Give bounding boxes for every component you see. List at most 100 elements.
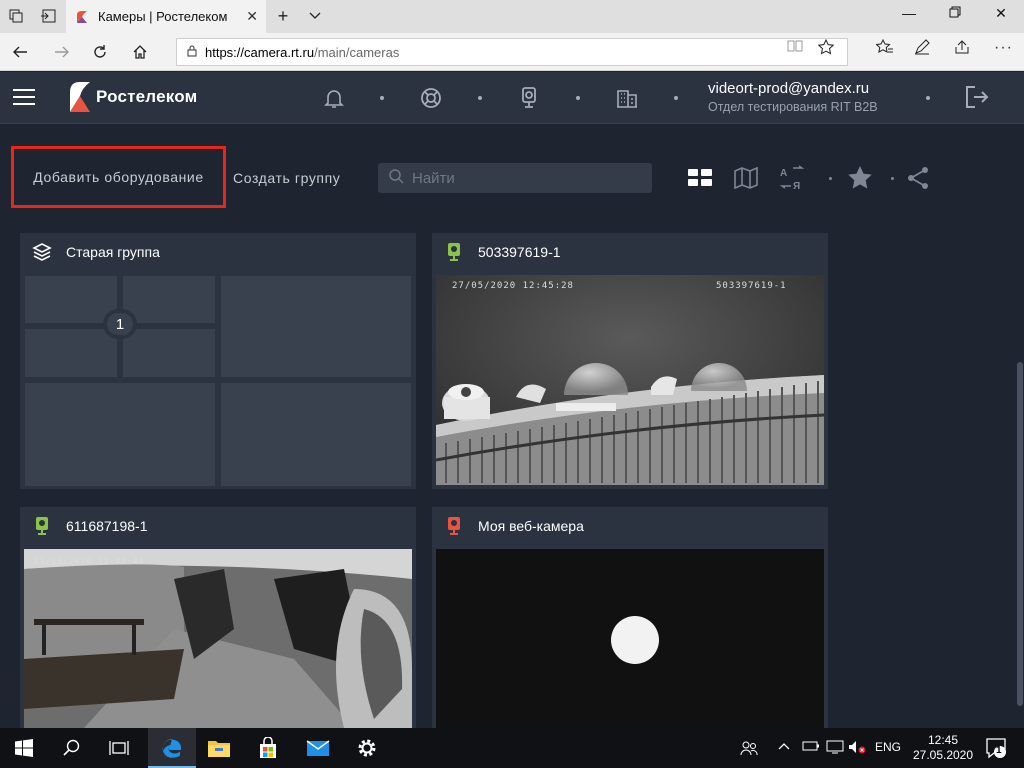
url-path: /main/cameras bbox=[314, 44, 400, 60]
maximize-icon[interactable] bbox=[940, 5, 970, 21]
page-scrollbar[interactable] bbox=[1016, 124, 1024, 728]
tab-restore-icon[interactable] bbox=[38, 6, 58, 26]
card-title: 503397619-1 bbox=[478, 244, 561, 260]
battery-icon[interactable] bbox=[802, 740, 820, 755]
windows-taskbar: ENG 12:45 27.05.2020 1 bbox=[0, 728, 1024, 768]
user-email[interactable]: videort-prod@yandex.ru bbox=[708, 80, 869, 97]
preview-cell bbox=[25, 383, 215, 486]
camera-preview-image[interactable]: 27/05/2020 12:45:28 503397619-1 bbox=[436, 275, 824, 485]
card-header: Старая группа bbox=[20, 233, 416, 271]
windows-start-icon[interactable] bbox=[12, 736, 36, 760]
search-icon[interactable] bbox=[60, 736, 84, 760]
tab-list-chevron-icon[interactable] bbox=[305, 6, 325, 26]
card-title: Старая группа bbox=[66, 244, 160, 260]
tab-close-icon[interactable]: ✕ bbox=[246, 8, 258, 25]
create-group-button[interactable]: Создать группу bbox=[233, 170, 340, 186]
osd-timestamp: 27/05/2020 12:47:47 bbox=[34, 557, 145, 566]
refresh-icon[interactable] bbox=[88, 41, 112, 63]
camera-offline-icon bbox=[448, 517, 460, 535]
card-header: Моя веб-камера bbox=[432, 507, 828, 545]
camera-preview-image[interactable] bbox=[436, 549, 824, 728]
layers-group-icon bbox=[32, 243, 52, 261]
svg-text:Я: Я bbox=[793, 181, 800, 191]
reading-view-icon[interactable] bbox=[787, 39, 803, 57]
grid-view-icon[interactable] bbox=[687, 165, 713, 191]
separator-dot bbox=[829, 177, 832, 180]
camera-snapshot bbox=[24, 549, 412, 728]
action-center-icon[interactable]: 1 bbox=[985, 737, 1007, 762]
camera-online-icon bbox=[36, 517, 48, 535]
group-count-badge: 1 bbox=[103, 309, 137, 339]
support-lifebuoy-icon[interactable] bbox=[419, 86, 443, 110]
group-preview-grid: 1 bbox=[24, 275, 412, 489]
search-input[interactable] bbox=[412, 169, 632, 187]
map-view-icon[interactable] bbox=[733, 165, 759, 191]
sort-az-icon[interactable]: AЯ bbox=[779, 165, 805, 192]
svg-text:A: A bbox=[780, 168, 787, 179]
add-equipment-button[interactable]: Добавить оборудование bbox=[11, 146, 226, 208]
tab-set-aside-icon[interactable] bbox=[6, 6, 26, 26]
preview-cell bbox=[25, 329, 117, 377]
browser-address-bar: https://camera.rt.ru/main/cameras ··· bbox=[0, 33, 1024, 71]
pen-notes-icon[interactable] bbox=[914, 39, 930, 59]
task-view-icon[interactable] bbox=[107, 736, 131, 760]
separator-dot bbox=[926, 96, 930, 100]
volume-muted-icon[interactable] bbox=[848, 740, 866, 757]
preview-cell bbox=[123, 276, 215, 323]
url-field[interactable]: https://camera.rt.ru/main/cameras bbox=[176, 38, 848, 66]
card-title: 611687198-1 bbox=[66, 518, 148, 534]
camera-icon[interactable] bbox=[517, 86, 541, 110]
group-card[interactable]: Старая группа 1 bbox=[20, 233, 416, 489]
separator-dot bbox=[380, 96, 384, 100]
store-icon[interactable] bbox=[256, 736, 280, 760]
file-explorer-icon[interactable] bbox=[207, 736, 231, 760]
settings-gear-icon[interactable] bbox=[355, 736, 379, 760]
rostelecom-logo-mark bbox=[70, 82, 90, 112]
camera-preview-image[interactable]: 27/05/2020 12:47:47 bbox=[24, 549, 412, 728]
close-window-icon[interactable]: ✕ bbox=[986, 5, 1016, 22]
new-tab-icon[interactable]: + bbox=[273, 6, 293, 26]
people-icon[interactable] bbox=[740, 740, 758, 759]
minimize-icon[interactable]: — bbox=[894, 5, 924, 21]
card-title: Моя веб-камера bbox=[478, 518, 584, 534]
search-icon bbox=[388, 168, 404, 189]
card-header: 503397619-1 bbox=[432, 233, 828, 271]
camera-card[interactable]: 503397619-1 27/05/2020 12:45:28 50339761… bbox=[432, 233, 828, 489]
mail-icon[interactable] bbox=[306, 736, 330, 760]
search-box[interactable] bbox=[378, 163, 652, 193]
language-indicator[interactable]: ENG bbox=[875, 740, 901, 754]
tray-chevron-up-icon[interactable] bbox=[778, 740, 790, 754]
rostelecom-logo[interactable]: Ростелеком bbox=[68, 80, 197, 114]
camera-snapshot bbox=[436, 275, 824, 485]
favorite-star-icon[interactable] bbox=[817, 38, 835, 59]
preview-cell bbox=[221, 383, 411, 486]
logout-icon[interactable] bbox=[964, 84, 990, 110]
clock[interactable]: 12:45 27.05.2020 bbox=[912, 733, 974, 763]
brand-name: Ростелеком bbox=[96, 87, 198, 106]
home-icon[interactable] bbox=[128, 41, 152, 63]
more-menu-icon[interactable]: ··· bbox=[994, 39, 1013, 57]
share-nodes-icon[interactable] bbox=[906, 165, 932, 191]
share-icon[interactable] bbox=[954, 39, 970, 59]
notifications-bell-icon[interactable] bbox=[322, 86, 346, 110]
network-icon[interactable] bbox=[826, 740, 844, 757]
user-organization: Отдел тестирования RIT B2B bbox=[708, 100, 878, 114]
separator-dot bbox=[478, 96, 482, 100]
card-header: 611687198-1 bbox=[20, 507, 416, 545]
osd-camera-id: 503397619-1 bbox=[716, 281, 787, 291]
browser-tab-bar: Камеры | Ростелеком ✕ + — ✕ bbox=[0, 0, 1024, 33]
hamburger-menu-icon[interactable] bbox=[13, 89, 35, 105]
browser-tab-active[interactable]: Камеры | Ростелеком ✕ bbox=[66, 0, 266, 33]
camera-card[interactable]: Моя веб-камера bbox=[432, 507, 828, 728]
forward-icon[interactable] bbox=[50, 41, 74, 63]
url-domain: https://camera.rt.ru bbox=[205, 44, 315, 60]
building-icon[interactable] bbox=[615, 86, 639, 110]
back-icon[interactable] bbox=[8, 41, 32, 63]
notification-count: 1 bbox=[996, 745, 1002, 756]
camera-card[interactable]: 611687198-1 27/05/2020 12:47:47 bbox=[20, 507, 416, 728]
separator-dot bbox=[576, 96, 580, 100]
favorites-hub-icon[interactable] bbox=[875, 38, 894, 59]
edge-browser-icon[interactable] bbox=[160, 736, 184, 760]
scrollbar-thumb[interactable] bbox=[1017, 362, 1023, 706]
favorites-star-icon[interactable] bbox=[847, 165, 873, 191]
